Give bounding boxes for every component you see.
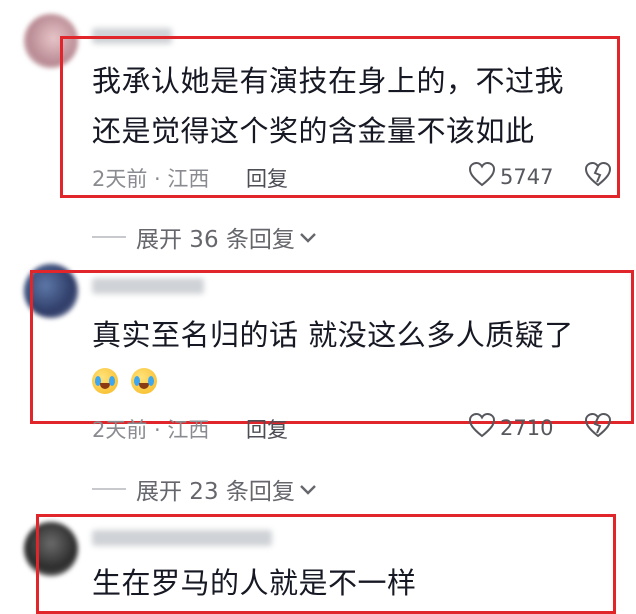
comment-text-line: 生在罗马的人就是不一样 [92,566,417,600]
comment-item: 生在罗马的人就是不一样 [0,0,636,614]
